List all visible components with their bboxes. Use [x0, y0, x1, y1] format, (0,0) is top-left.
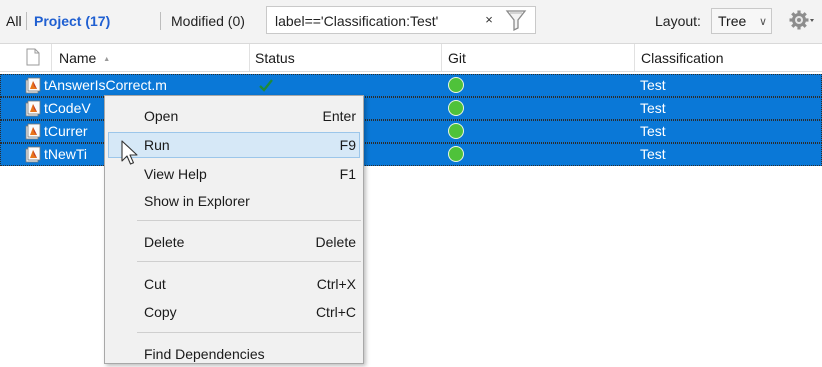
menu-item-shortcut: Ctrl+X — [316, 276, 356, 292]
table-header: Name ▲ Status Git Classification — [0, 44, 822, 72]
menu-item-label: Open — [144, 108, 179, 124]
row-name: tNewTi — [44, 146, 88, 162]
table-row[interactable]: tAnswerIsCorrect.m Test — [0, 74, 822, 97]
tab-all[interactable]: All — [6, 12, 22, 30]
funnel-icon[interactable] — [505, 8, 527, 32]
menu-item-copy[interactable]: Copy Ctrl+C — [108, 299, 360, 325]
mouse-cursor-icon — [121, 140, 138, 165]
menu-separator — [137, 261, 361, 262]
row-classification: Test — [640, 123, 666, 139]
menu-item-label: View Help — [144, 166, 207, 182]
column-divider — [51, 44, 52, 71]
menu-item-shortcut: Enter — [322, 108, 356, 124]
row-classification: Test — [640, 77, 666, 93]
tab-project[interactable]: Project (17) — [34, 12, 110, 30]
row-name: tCodeV — [44, 100, 91, 116]
column-divider — [441, 44, 442, 71]
menu-item-shortcut: Ctrl+C — [315, 304, 356, 320]
menu-item-shortcut: F1 — [339, 166, 356, 182]
menu-item-label: Delete — [144, 234, 185, 250]
row-name: tAnswerIsCorrect.m — [44, 77, 167, 93]
clear-filter-button[interactable]: × — [480, 11, 498, 29]
menu-item-open[interactable]: Open Enter — [108, 103, 360, 129]
menu-item-label: Show in Explorer — [144, 193, 250, 209]
green-dot-icon — [448, 123, 464, 139]
menu-separator — [137, 332, 361, 333]
gear-icon[interactable] — [789, 9, 815, 31]
menu-item-view-help[interactable]: View Help F1 — [108, 161, 360, 187]
green-dot-icon — [448, 77, 464, 93]
menu-item-show-in-explorer[interactable]: Show in Explorer — [108, 188, 360, 214]
layout-select-value: Tree — [718, 13, 747, 29]
menu-item-shortcut: Delete — [315, 234, 356, 250]
script-file-icon — [25, 123, 41, 140]
sort-ascending-icon: ▲ — [103, 56, 111, 63]
divider — [160, 12, 161, 30]
menu-item-run[interactable]: Run F9 — [108, 132, 360, 158]
column-header-name[interactable]: Name ▲ — [59, 49, 110, 69]
row-classification: Test — [640, 100, 666, 116]
column-divider — [249, 44, 250, 71]
check-icon — [259, 79, 273, 92]
tab-modified[interactable]: Modified (0) — [171, 12, 245, 30]
column-divider — [634, 44, 635, 71]
layout-select[interactable]: Tree ∨ — [711, 8, 772, 34]
script-file-icon — [25, 77, 41, 94]
menu-separator — [137, 220, 361, 221]
menu-item-shortcut: F9 — [339, 137, 356, 153]
menu-item-label: Find Dependencies — [144, 346, 265, 362]
context-menu: Open Enter Run F9 View Help F1 Show in E… — [104, 95, 364, 364]
column-header-classification[interactable]: Classification — [641, 49, 723, 67]
column-name-label: Name — [59, 50, 97, 66]
green-dot-icon — [448, 100, 464, 116]
menu-item-label: Run — [144, 137, 170, 153]
green-dot-icon — [448, 146, 464, 162]
script-file-icon — [25, 100, 41, 117]
menu-item-find-dependencies[interactable]: Find Dependencies — [108, 341, 360, 367]
menu-item-delete[interactable]: Delete Delete — [108, 229, 360, 255]
row-name: tCurrer — [44, 123, 88, 139]
menu-item-cut[interactable]: Cut Ctrl+X — [108, 271, 360, 297]
script-file-icon — [25, 146, 41, 163]
filter-input-value: label=='Classification:Test' — [275, 13, 439, 29]
layout-label: Layout: — [655, 13, 701, 29]
column-header-git[interactable]: Git — [448, 49, 466, 67]
row-classification: Test — [640, 146, 666, 162]
chevron-down-icon: ∨ — [758, 16, 767, 28]
column-header-status[interactable]: Status — [255, 49, 295, 67]
menu-item-label: Cut — [144, 276, 166, 292]
divider — [26, 12, 27, 30]
menu-item-label: Copy — [144, 304, 177, 320]
document-icon — [26, 48, 40, 66]
toolbar: All Project (17) Modified (0) label=='Cl… — [0, 0, 822, 44]
